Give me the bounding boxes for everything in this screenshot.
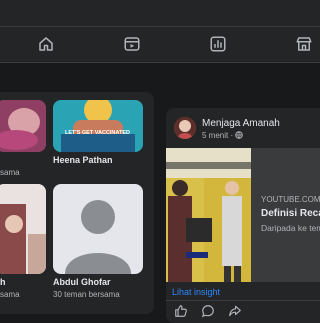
globe-icon bbox=[235, 131, 244, 139]
link-description: Daripada ke tem bbox=[261, 223, 320, 233]
person-placeholder-icon bbox=[65, 200, 131, 274]
friend-name[interactable]: h bbox=[0, 277, 6, 287]
mutual-friends-count: 30 teman bersama bbox=[53, 290, 120, 299]
home-icon[interactable] bbox=[37, 35, 55, 53]
like-icon[interactable] bbox=[174, 304, 188, 318]
link-title: Definisi Recal bbox=[261, 208, 320, 219]
friend-photo[interactable] bbox=[0, 184, 46, 274]
divider bbox=[166, 300, 320, 301]
mutual-friends-count: sama bbox=[0, 290, 20, 299]
avatar[interactable] bbox=[174, 117, 196, 139]
link-source: YOUTUBE.COM bbox=[261, 195, 320, 204]
post-time-text: 5 menit · bbox=[202, 131, 236, 140]
friend-name[interactable]: Heena Pathan bbox=[53, 155, 113, 165]
share-icon[interactable] bbox=[228, 304, 242, 318]
friend-photo[interactable] bbox=[0, 100, 46, 152]
comment-icon[interactable] bbox=[201, 304, 215, 318]
chart-icon[interactable] bbox=[209, 35, 227, 53]
friend-name[interactable]: Abdul Ghofar bbox=[53, 277, 111, 287]
post-card: Menjaga Amanah 5 menit · YOUTUBE.COM Def bbox=[166, 108, 320, 323]
link-preview[interactable]: YOUTUBE.COM Definisi Recal Daripada ke t… bbox=[166, 148, 320, 282]
navigation-bar bbox=[0, 27, 320, 63]
photo-banner-text: LET'S GET VACCINATED bbox=[65, 130, 130, 136]
view-insights-link[interactable]: Lihat insight bbox=[172, 287, 220, 297]
post-author[interactable]: Menjaga Amanah bbox=[202, 118, 280, 129]
friend-suggestions-panel: sama LET'S GET VACCINATED Heena Pathan h… bbox=[0, 92, 154, 314]
mutual-friends-count: sama bbox=[0, 168, 20, 177]
friend-photo[interactable]: LET'S GET VACCINATED bbox=[53, 100, 143, 152]
post-timestamp: 5 menit · bbox=[202, 131, 244, 140]
default-profile-photo[interactable] bbox=[53, 184, 143, 274]
top-bar bbox=[0, 0, 320, 27]
store-icon[interactable] bbox=[295, 35, 313, 53]
link-thumbnail bbox=[166, 148, 251, 282]
video-icon[interactable] bbox=[123, 35, 141, 53]
